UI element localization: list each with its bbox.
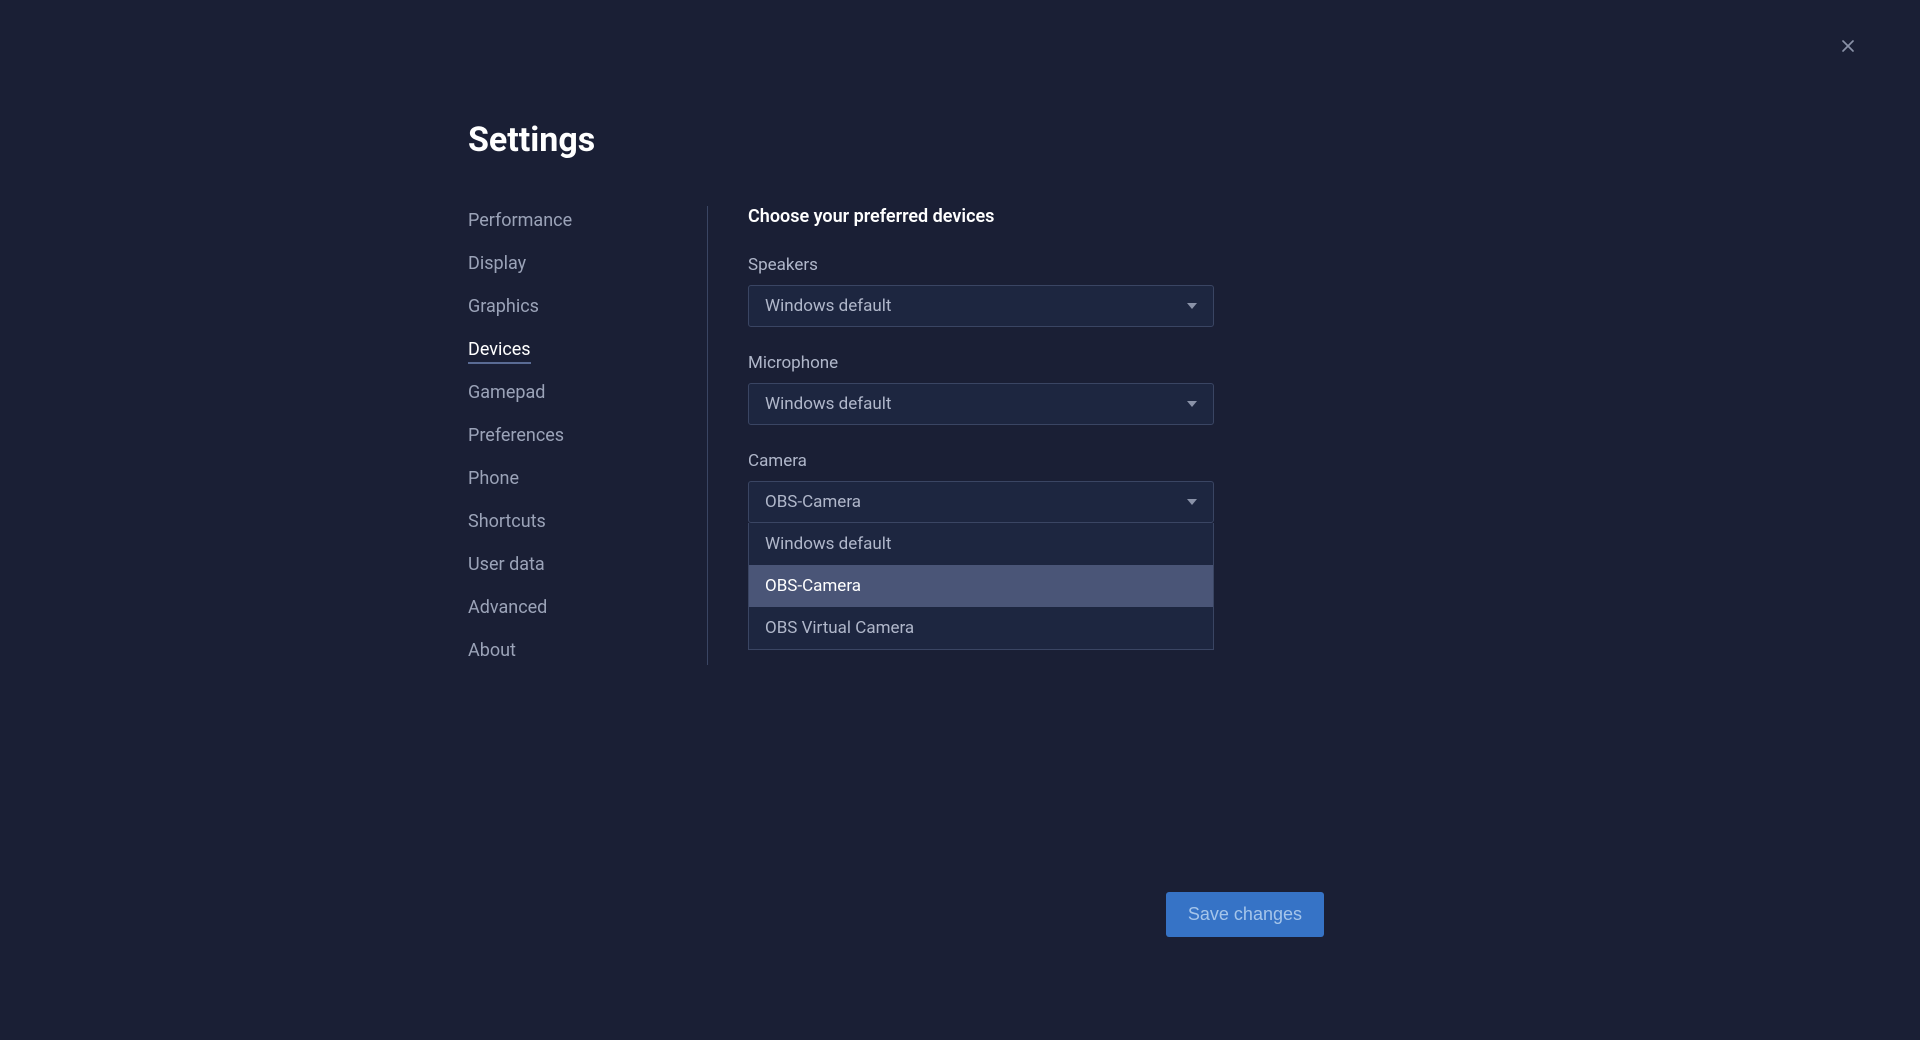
speakers-dropdown-selected[interactable]: Windows default xyxy=(748,285,1214,327)
speakers-dropdown-value: Windows default xyxy=(765,296,891,316)
close-icon xyxy=(1838,36,1858,60)
sidebar-item-label: Preferences xyxy=(468,425,564,446)
sidebar-item-gamepad[interactable]: Gamepad xyxy=(468,378,687,407)
close-button[interactable] xyxy=(1836,36,1860,60)
speakers-label: Speakers xyxy=(748,255,1218,275)
sidebar-item-label: About xyxy=(468,640,516,661)
camera-group: Camera OBS-Camera Windows default OBS-Ca… xyxy=(748,451,1218,523)
sidebar-item-label: User data xyxy=(468,554,545,575)
sidebar-item-label: Devices xyxy=(468,339,531,364)
camera-dropdown-options: Windows default OBS-Camera OBS Virtual C… xyxy=(748,523,1214,650)
speakers-dropdown[interactable]: Windows default xyxy=(748,285,1214,327)
sidebar-item-label: Gamepad xyxy=(468,382,545,403)
sidebar-item-label: Advanced xyxy=(468,597,547,618)
camera-dropdown-value: OBS-Camera xyxy=(765,492,861,512)
camera-dropdown-selected[interactable]: OBS-Camera xyxy=(748,481,1214,523)
sidebar-item-label: Performance xyxy=(468,210,572,231)
chevron-down-icon xyxy=(1187,401,1197,407)
chevron-down-icon xyxy=(1187,499,1197,505)
sidebar-item-advanced[interactable]: Advanced xyxy=(468,593,687,622)
sidebar-item-label: Graphics xyxy=(468,296,539,317)
speakers-group: Speakers Windows default xyxy=(748,255,1218,327)
sidebar-item-about[interactable]: About xyxy=(468,636,687,665)
sidebar-item-label: Shortcuts xyxy=(468,511,546,532)
page-title: Settings xyxy=(468,120,1920,160)
microphone-dropdown[interactable]: Windows default xyxy=(748,383,1214,425)
sidebar-item-display[interactable]: Display xyxy=(468,249,687,278)
sidebar-item-phone[interactable]: Phone xyxy=(468,464,687,493)
camera-option-windows-default[interactable]: Windows default xyxy=(749,523,1213,565)
microphone-dropdown-selected[interactable]: Windows default xyxy=(748,383,1214,425)
microphone-label: Microphone xyxy=(748,353,1218,373)
sidebar-item-devices[interactable]: Devices xyxy=(468,335,687,364)
sidebar-item-shortcuts[interactable]: Shortcuts xyxy=(468,507,687,536)
content-heading: Choose your preferred devices xyxy=(748,206,1218,227)
settings-sidebar: Performance Display Graphics Devices Gam… xyxy=(468,206,708,665)
camera-option-obs-camera[interactable]: OBS-Camera xyxy=(749,565,1213,607)
sidebar-item-graphics[interactable]: Graphics xyxy=(468,292,687,321)
sidebar-item-label: Display xyxy=(468,253,526,274)
sidebar-item-label: Phone xyxy=(468,468,519,489)
camera-option-obs-virtual-camera[interactable]: OBS Virtual Camera xyxy=(749,607,1213,649)
chevron-down-icon xyxy=(1187,303,1197,309)
microphone-group: Microphone Windows default xyxy=(748,353,1218,425)
sidebar-item-performance[interactable]: Performance xyxy=(468,206,687,235)
camera-dropdown[interactable]: OBS-Camera Windows default OBS-Camera OB… xyxy=(748,481,1214,523)
microphone-dropdown-value: Windows default xyxy=(765,394,891,414)
camera-label: Camera xyxy=(748,451,1218,471)
dropdown-option-label: OBS Virtual Camera xyxy=(765,618,914,638)
sidebar-item-preferences[interactable]: Preferences xyxy=(468,421,687,450)
dropdown-option-label: Windows default xyxy=(765,534,891,554)
save-changes-button[interactable]: Save changes xyxy=(1166,892,1324,937)
settings-content: Choose your preferred devices Speakers W… xyxy=(708,206,1218,665)
sidebar-item-userdata[interactable]: User data xyxy=(468,550,687,579)
dropdown-option-label: OBS-Camera xyxy=(765,576,861,596)
